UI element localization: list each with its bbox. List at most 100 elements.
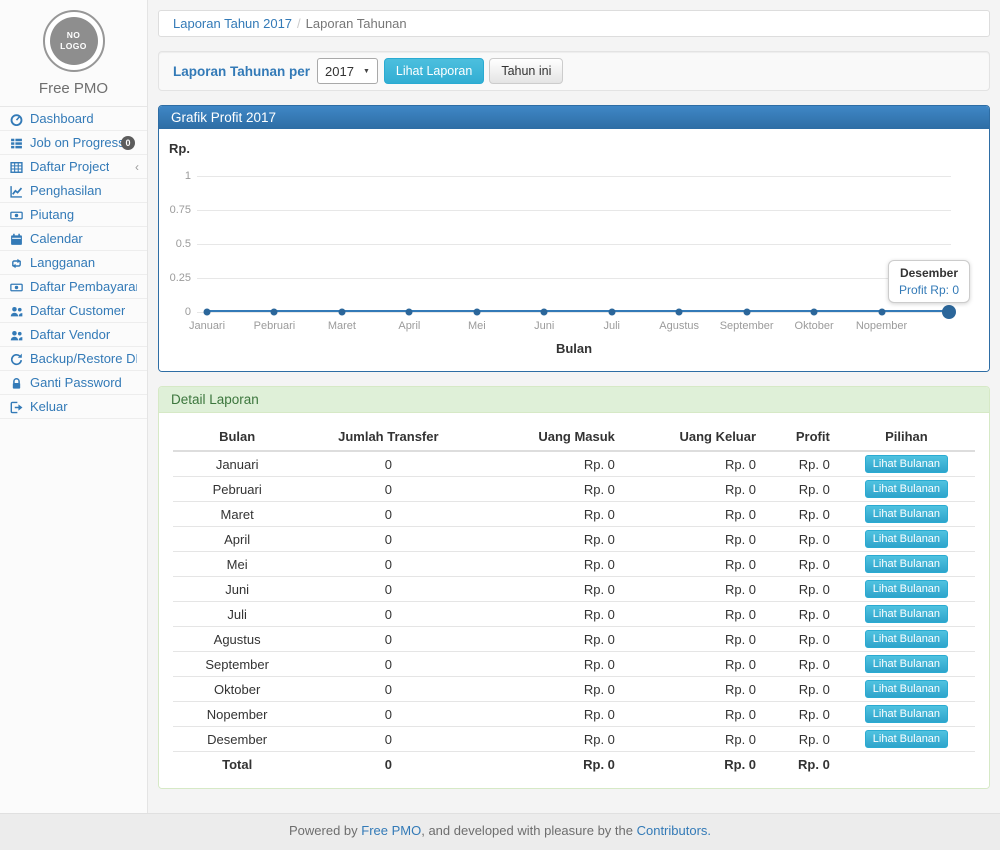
view-month-button[interactable]: Lihat Bulanan [865, 480, 948, 498]
chart-point-agustus[interactable] [676, 309, 683, 316]
sidebar-item-dashboard[interactable]: Dashboard [0, 107, 147, 131]
cell-profit: Rp. 0 [764, 477, 838, 502]
view-month-button[interactable]: Lihat Bulanan [865, 680, 948, 698]
footer-contributors-link[interactable]: Contributors. [637, 823, 711, 838]
sidebar-item-keluar[interactable]: Keluar [0, 395, 147, 419]
cell-bulan: Desember [173, 727, 301, 752]
footer-text-middle: , and developed with pleasure by the [421, 823, 636, 838]
sidebar-item-daftar-vendor[interactable]: Daftar Vendor [0, 323, 147, 347]
total-jumlah-transfer: 0 [301, 752, 475, 777]
cell-pilihan: Lihat Bulanan [838, 577, 975, 602]
x-axis-tick-label: Pebruari [254, 320, 296, 332]
sidebar-item-calendar[interactable]: Calendar [0, 227, 147, 251]
chart-gridline [197, 278, 951, 279]
users-icon [10, 305, 25, 317]
cell-profit: Rp. 0 [764, 727, 838, 752]
chart-point-pebruari[interactable] [271, 309, 278, 316]
x-axis-tick-label: September [720, 320, 774, 332]
view-month-button[interactable]: Lihat Bulanan [865, 630, 948, 648]
breadcrumb-item-laporan-tahun-2017[interactable]: Laporan Tahun 2017 [173, 16, 292, 31]
view-month-button[interactable]: Lihat Bulanan [865, 555, 948, 573]
x-axis-tick-label: Januari [189, 320, 225, 332]
logo-text: NO LOGO [59, 30, 89, 51]
sidebar-item-langganan[interactable]: Langganan [0, 251, 147, 275]
cell-jumlah-transfer: 0 [301, 727, 475, 752]
sidebar-item-label: Calendar [30, 231, 83, 246]
refresh-icon [10, 353, 25, 365]
view-month-button[interactable]: Lihat Bulanan [865, 730, 948, 748]
table-row-september: September0Rp. 0Rp. 0Rp. 0Lihat Bulanan [173, 652, 975, 677]
caret-down-icon: ▼ [363, 68, 370, 75]
table-total-row: Total0Rp. 0Rp. 0Rp. 0 [173, 752, 975, 777]
chart-point-april[interactable] [406, 309, 413, 316]
sidebar-item-ganti-password[interactable]: Ganti Password [0, 371, 147, 395]
report-table-body: Januari0Rp. 0Rp. 0Rp. 0Lihat BulananPebr… [173, 451, 975, 776]
profit-chart-panel: Grafik Profit 2017 Rp. JanuariPebruariMa… [158, 105, 990, 372]
calendar-icon [10, 233, 25, 245]
cell-uang-masuk: Rp. 0 [475, 727, 623, 752]
cell-profit: Rp. 0 [764, 451, 838, 477]
cell-jumlah-transfer: 0 [301, 502, 475, 527]
chart-point-juli[interactable] [608, 309, 615, 316]
detail-panel-title: Detail Laporan [159, 387, 989, 413]
cell-uang-masuk: Rp. 0 [475, 577, 623, 602]
breadcrumb-item-laporan-tahunan: Laporan Tahunan [306, 16, 407, 31]
view-month-button[interactable]: Lihat Bulanan [865, 605, 948, 623]
cell-uang-masuk: Rp. 0 [475, 552, 623, 577]
y-axis-tick-label: 1 [159, 170, 191, 182]
count-badge: 0 [121, 136, 135, 150]
view-report-button[interactable]: Lihat Laporan [384, 58, 484, 84]
view-month-button[interactable]: Lihat Bulanan [865, 705, 948, 723]
report-toolbar: Laporan Tahunan per 2017 ▼ Lihat Laporan… [158, 51, 990, 91]
sidebar-item-daftar-pembayaran[interactable]: Daftar Pembayaran [0, 275, 147, 299]
y-axis-tick-label: 0.75 [159, 204, 191, 216]
x-axis-tick-label: April [398, 320, 420, 332]
cell-profit: Rp. 0 [764, 602, 838, 627]
chart-point-juni[interactable] [541, 309, 548, 316]
cell-uang-masuk: Rp. 0 [475, 477, 623, 502]
chart-panel-title: Grafik Profit 2017 [159, 106, 989, 129]
cell-jumlah-transfer: 0 [301, 552, 475, 577]
chart-point-desember[interactable] [942, 305, 956, 319]
cell-uang-keluar: Rp. 0 [623, 602, 764, 627]
cell-pilihan: Lihat Bulanan [838, 652, 975, 677]
view-month-button[interactable]: Lihat Bulanan [865, 580, 948, 598]
cell-profit: Rp. 0 [764, 677, 838, 702]
cell-uang-masuk: Rp. 0 [475, 527, 623, 552]
sidebar-item-daftar-project[interactable]: Daftar Project‹ [0, 155, 147, 179]
cell-pilihan: Lihat Bulanan [838, 677, 975, 702]
sidebar-item-penghasilan[interactable]: Penghasilan [0, 179, 147, 203]
sidebar-item-job-on-progress[interactable]: Job on Progress0 [0, 131, 147, 155]
table-row-agustus: Agustus0Rp. 0Rp. 0Rp. 0Lihat Bulanan [173, 627, 975, 652]
chart-gridline [197, 176, 951, 177]
cell-uang-keluar: Rp. 0 [623, 552, 764, 577]
footer-brand-link[interactable]: Free PMO [361, 823, 421, 838]
view-month-button[interactable]: Lihat Bulanan [865, 455, 948, 473]
report-table: BulanJumlah TransferUang MasukUang Kelua… [173, 423, 975, 776]
chart-point-maret[interactable] [338, 309, 345, 316]
year-select[interactable]: 2017 ▼ [317, 58, 378, 84]
chart-point-september[interactable] [743, 309, 750, 316]
view-month-button[interactable]: Lihat Bulanan [865, 505, 948, 523]
y-axis-title: Rp. [169, 141, 190, 156]
chart-point-oktober[interactable] [811, 309, 818, 316]
chart-point-januari[interactable] [204, 309, 211, 316]
view-month-button[interactable]: Lihat Bulanan [865, 655, 948, 673]
chart-point-mei[interactable] [473, 309, 480, 316]
cell-profit: Rp. 0 [764, 502, 838, 527]
sidebar-item-daftar-customer[interactable]: Daftar Customer [0, 299, 147, 323]
cell-uang-masuk: Rp. 0 [475, 702, 623, 727]
cell-jumlah-transfer: 0 [301, 451, 475, 477]
cell-pilihan: Lihat Bulanan [838, 552, 975, 577]
chart-point-nopember[interactable] [878, 309, 885, 316]
cell-jumlah-transfer: 0 [301, 602, 475, 627]
brand-name: Free PMO [0, 80, 147, 97]
sidebar-item-piutang[interactable]: Piutang [0, 203, 147, 227]
cell-bulan: Mei [173, 552, 301, 577]
sidebar-item-label: Backup/Restore DB [30, 351, 137, 366]
y-axis-tick-label: 0.5 [159, 238, 191, 250]
current-year-button[interactable]: Tahun ini [489, 58, 563, 84]
view-month-button[interactable]: Lihat Bulanan [865, 530, 948, 548]
sidebar: NO LOGO Free PMO DashboardJob on Progres… [0, 0, 148, 813]
sidebar-item-backup-restore-db[interactable]: Backup/Restore DB [0, 347, 147, 371]
